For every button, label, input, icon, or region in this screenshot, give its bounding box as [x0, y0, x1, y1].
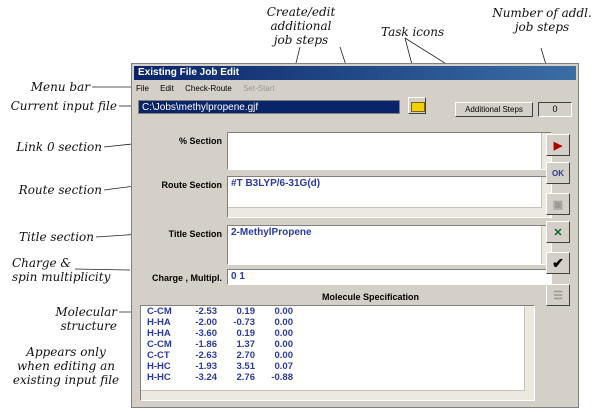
coordinate: -1.86 [195, 339, 217, 350]
annotation-link0: Link 0 section [16, 140, 102, 154]
atom-type: H-HC [147, 372, 171, 383]
annotation-charge: Charge & spin multiplicity [12, 256, 111, 284]
additional-steps-button[interactable]: Additional Steps [455, 102, 533, 117]
title-section-label: Title Section [168, 229, 222, 239]
coordinate: 1.37 [236, 339, 256, 350]
molecule-row: C-CM -2.53 0.19 0.00 [141, 306, 534, 317]
coordinate: 0.19 [236, 328, 256, 339]
annotation-create-edit: Create/edit additional job steps [266, 5, 336, 47]
coordinate: 0.00 [274, 350, 294, 361]
route-section-label: Route Section [161, 180, 222, 190]
annotation-current-input: Current input file [10, 99, 117, 113]
annotation-task-icons: Task icons [381, 25, 445, 39]
task-run-icon[interactable]: ▶ [546, 134, 570, 156]
annotation-title: Title section [18, 230, 94, 244]
molecule-spec-heading: Molecule Specification [322, 292, 420, 302]
task-check-icon[interactable]: ✔ [546, 252, 570, 274]
coordinate: -2.63 [195, 350, 217, 361]
route-section-field[interactable]: #T B3LYP/6-31G(d) [227, 176, 552, 218]
molecule-row: H-HC -1.93 3.51 0.07 [141, 361, 534, 372]
title-section-value: 2-MethylPropene [231, 227, 312, 238]
coordinate: -0.73 [233, 317, 255, 328]
menu-file[interactable]: File [136, 84, 149, 93]
menu-edit[interactable]: Edit [160, 84, 174, 93]
task-ok-icon[interactable]: OK [546, 162, 570, 184]
molecule-row: H-HC -3.24 2.76 -0.88 [141, 372, 534, 383]
molecule-row: C-CM -1.86 1.37 0.00 [141, 339, 534, 350]
title-section-field[interactable]: 2-MethylPropene [227, 225, 552, 265]
coordinate: 2.76 [236, 372, 256, 383]
atom-type: H-HA [147, 317, 171, 328]
coordinate: -3.24 [195, 372, 217, 383]
percent-section-field[interactable] [227, 132, 552, 170]
job-edit-window: Existing File Job Edit File Edit Check-R… [131, 63, 579, 408]
input-file-field[interactable]: C:\Jobs\methylpropene.gjf [138, 100, 400, 114]
coordinate: 0.00 [274, 328, 294, 339]
coordinate: 0.00 [274, 306, 294, 317]
horizontal-scrollbar[interactable] [141, 390, 525, 400]
menu-set-start: Set-Start [243, 84, 275, 93]
annotation-molecular: Molecular structure [55, 305, 117, 333]
atom-type: H-HC [147, 361, 171, 372]
coordinate: 0.07 [274, 361, 294, 372]
annotation-num-steps: Number of addl. job steps [492, 6, 592, 34]
vertical-scrollbar[interactable] [524, 306, 534, 400]
task-cancel-icon[interactable]: ✕ [546, 221, 570, 243]
step-count: 0 [538, 102, 572, 117]
task-list-icon: ☰ [546, 284, 570, 306]
horizontal-scrollbar[interactable] [228, 207, 542, 217]
annotation-appears-only: Appears only when editing an existing in… [12, 345, 120, 387]
atom-type: H-HA [147, 328, 171, 339]
open-file-button[interactable] [408, 97, 426, 114]
coordinate: -0.88 [271, 372, 293, 383]
molecule-rows: C-CM -2.53 0.19 0.00 H-HA -2.00 -0.73 0.00 H-HA -… [141, 306, 534, 383]
atom-type: C-CM [147, 339, 172, 350]
menu-check-route[interactable]: Check-Route [185, 84, 232, 93]
coordinate: -3.60 [195, 328, 217, 339]
coordinate: -2.00 [195, 317, 217, 328]
annotation-route: Route section [18, 183, 102, 197]
coordinate: -1.93 [195, 361, 217, 372]
atom-type: C-CT [147, 350, 170, 361]
coordinate: 0.00 [274, 339, 294, 350]
coordinate: -2.53 [195, 306, 217, 317]
window-title: Existing File Job Edit [134, 66, 576, 80]
coordinate: 0.00 [274, 317, 294, 328]
annotation-menu-bar: Menu bar [30, 80, 90, 94]
task-disabled-icon: ▣ [546, 193, 570, 215]
molecule-row: H-HA -2.00 -0.73 0.00 [141, 317, 534, 328]
charge-multiplicity-field[interactable]: 0 1 [227, 269, 552, 285]
folder-icon [411, 102, 425, 112]
percent-section-label: % Section [178, 136, 222, 146]
coordinate: 0.19 [236, 306, 256, 317]
molecule-row: H-HA -3.60 0.19 0.00 [141, 328, 534, 339]
molecule-spec-field[interactable]: C-CM -2.53 0.19 0.00 H-HA -2.00 -0.73 0.00 H-HA -… [140, 305, 535, 401]
atom-type: C-CM [147, 306, 172, 317]
coordinate: 2.70 [236, 350, 256, 361]
route-section-value: #T B3LYP/6-31G(d) [231, 178, 321, 189]
charge-multiplicity-label: Charge , Multipl. [151, 273, 222, 283]
coordinate: 3.51 [236, 361, 256, 372]
molecule-row: C-CT -2.63 2.70 0.00 [141, 350, 534, 361]
menu-bar: File Edit Check-Route Set-Start [136, 82, 284, 95]
